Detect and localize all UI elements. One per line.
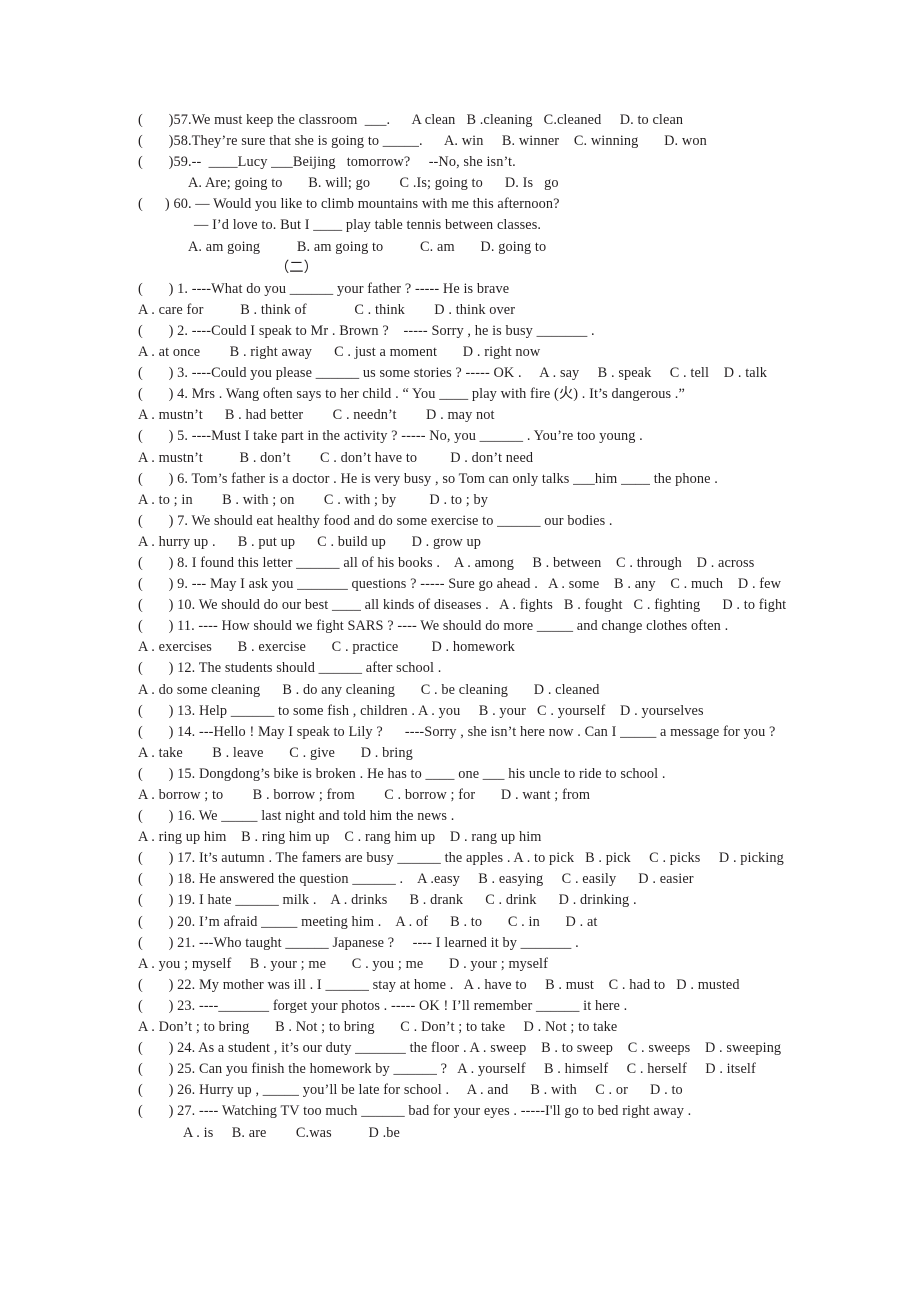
question-line-s2-q5-opts: A . mustn’t B . don’t C . don’t have to … bbox=[138, 449, 534, 466]
question-line-s2-q11-opts: A . exercises B . exercise C . practice … bbox=[138, 639, 515, 656]
question-line-s2-q14-opts: A . take B . leave C . give D . bring bbox=[138, 744, 413, 761]
question-line-s2-q1: ( ) 1. ----What do you ______ your fathe… bbox=[138, 280, 510, 297]
question-line-s2-q19: ( ) 19. I hate ______ milk . A . drinks … bbox=[138, 892, 637, 909]
question-line-s2-q25: ( ) 25. Can you finish the homework by _… bbox=[138, 1061, 756, 1078]
question-line-s2-q14: ( ) 14. ---Hello ! May I speak to Lily ?… bbox=[138, 723, 776, 740]
question-line-s2-q6-opts: A . to ; in B . with ; on C . with ; by … bbox=[138, 491, 489, 508]
question-line-s2-q13: ( ) 13. Help ______ to some fish , child… bbox=[138, 702, 704, 719]
question-line-s2-q27: ( ) 27. ---- Watching TV too much ______… bbox=[138, 1103, 692, 1120]
question-line-s2-q6: ( ) 6. Tom’s father is a doctor . He is … bbox=[138, 470, 718, 487]
question-line-s2-q10: ( ) 10. We should do our best ____ all k… bbox=[138, 597, 787, 614]
question-line-q59-opts: A. Are; going to B. will; go C .Is; goin… bbox=[188, 175, 559, 192]
question-line-s2-q21-opts: A . you ; myself B . your ; me C . you ;… bbox=[138, 955, 548, 972]
question-line-s2-q12: ( ) 12. The students should ______ after… bbox=[138, 660, 442, 677]
question-line-s2-q12-opts: A . do some cleaning B . do any cleaning… bbox=[138, 681, 600, 698]
exam-question-list: ( )57.We must keep the classroom ___. A … bbox=[138, 110, 790, 1144]
question-line-s2-q24: ( ) 24. As a student , it’s our duty ___… bbox=[138, 1040, 782, 1057]
question-line-s2-q4: ( ) 4. Mrs . Wang often says to her chil… bbox=[138, 386, 685, 403]
question-line-s2-q7-opts: A . hurry up . B . put up C . build up D… bbox=[138, 533, 481, 550]
question-line-s2-q2: ( ) 2. ----Could I speak to Mr . Brown ?… bbox=[138, 322, 595, 339]
question-line-s2-q4-opts: A . mustn’t B . had better C . needn’t D… bbox=[138, 407, 495, 424]
question-line-s2-q3: ( ) 3. ----Could you please ______ us so… bbox=[138, 365, 768, 382]
question-line-s2-q5: ( ) 5. ----Must I take part in the activ… bbox=[138, 428, 643, 445]
question-line-s2-q17: ( ) 17. It’s autumn . The famers are bus… bbox=[138, 850, 784, 867]
question-line-s2-q8: ( ) 8. I found this letter ______ all of… bbox=[138, 554, 755, 571]
question-line-s2-q11: ( ) 11. ---- How should we fight SARS ? … bbox=[138, 618, 729, 635]
question-line-s2-q16-opts: A . ring up him B . ring him up C . rang… bbox=[138, 829, 542, 846]
section-header: （二） bbox=[275, 259, 318, 276]
question-line-s2-q27-opts: A . is B. are C.was D .be bbox=[183, 1124, 400, 1141]
question-line-s2-q26: ( ) 26. Hurry up , _____ you’ll be late … bbox=[138, 1082, 683, 1099]
question-line-q60: ( ) 60. — Would you like to climb mounta… bbox=[138, 196, 560, 213]
question-line-s2-q16: ( ) 16. We _____ last night and told him… bbox=[138, 808, 455, 825]
question-line-s2-q18: ( ) 18. He answered the question ______ … bbox=[138, 871, 694, 888]
question-line-s2-q23: ( ) 23. ----_______ forget your photos .… bbox=[138, 997, 628, 1014]
question-line-s2-q15-opts: A . borrow ; to B . borrow ; from C . bo… bbox=[138, 787, 591, 803]
question-line-s2-q2-opts: A . at once B . right away C . just a mo… bbox=[138, 344, 541, 361]
question-line-s2-q9: ( ) 9. --- May I ask you _______ questio… bbox=[138, 576, 782, 593]
question-line-s2-q23-opts: A . Don’t ; to bring B . Not ; to bring … bbox=[138, 1019, 618, 1036]
question-line-q57: ( )57.We must keep the classroom ___. A … bbox=[138, 112, 684, 128]
question-line-s2-q20: ( ) 20. I’m afraid _____ meeting him . A… bbox=[138, 913, 598, 930]
worksheet-page: ( )57.We must keep the classroom ___. A … bbox=[0, 0, 920, 1302]
question-line-q60-opts: A. am going B. am going to C. am D. goin… bbox=[188, 238, 547, 255]
question-line-q59: ( )59.-- ____Lucy ___Beijing tomorrow? -… bbox=[138, 154, 516, 171]
question-line-s2-q7: ( ) 7. We should eat healthy food and do… bbox=[138, 512, 613, 529]
question-line-s2-q21: ( ) 21. ---Who taught ______ Japanese ? … bbox=[138, 934, 579, 951]
question-line-q58: ( )58.They’re sure that she is going to … bbox=[138, 133, 707, 150]
question-line-q60-cont: — I’d love to. But I ____ play table ten… bbox=[194, 217, 542, 234]
question-line-s2-q22: ( ) 22. My mother was ill . I ______ sta… bbox=[138, 976, 740, 993]
question-line-s2-q15: ( ) 15. Dongdong’s bike is broken . He h… bbox=[138, 765, 666, 782]
question-line-s2-q1-opts: A . care for B . think of C . think D . … bbox=[138, 301, 516, 318]
